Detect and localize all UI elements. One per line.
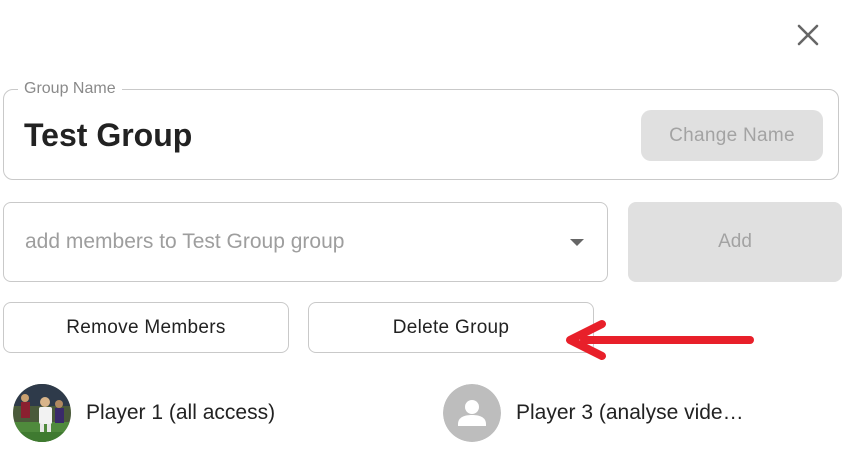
avatar — [13, 384, 71, 442]
group-name-label: Group Name — [18, 80, 122, 98]
add-members-placeholder: add members to Test Group group — [25, 230, 345, 253]
group-name-field: Group Name Test Group Change Name — [3, 80, 839, 180]
member-item[interactable]: Player 1 (all access) — [13, 383, 275, 443]
close-icon — [797, 24, 819, 46]
add-button[interactable]: Add — [628, 202, 842, 282]
add-members-select[interactable]: add members to Test Group group — [3, 202, 608, 282]
remove-members-button[interactable]: Remove Members — [3, 302, 289, 353]
annotation-arrow-icon — [566, 320, 754, 360]
group-name-value: Test Group — [24, 117, 193, 153]
delete-group-button[interactable]: Delete Group — [308, 302, 594, 353]
member-name: Player 1 (all access) — [86, 401, 276, 424]
member-name: Player 3 (analyse vide… — [516, 401, 744, 424]
member-item[interactable]: Player 3 (analyse vide… — [443, 383, 744, 443]
chevron-down-icon — [570, 239, 584, 246]
change-name-button[interactable]: Change Name — [641, 110, 823, 161]
default-person-icon — [443, 384, 501, 442]
close-button[interactable] — [792, 19, 824, 51]
